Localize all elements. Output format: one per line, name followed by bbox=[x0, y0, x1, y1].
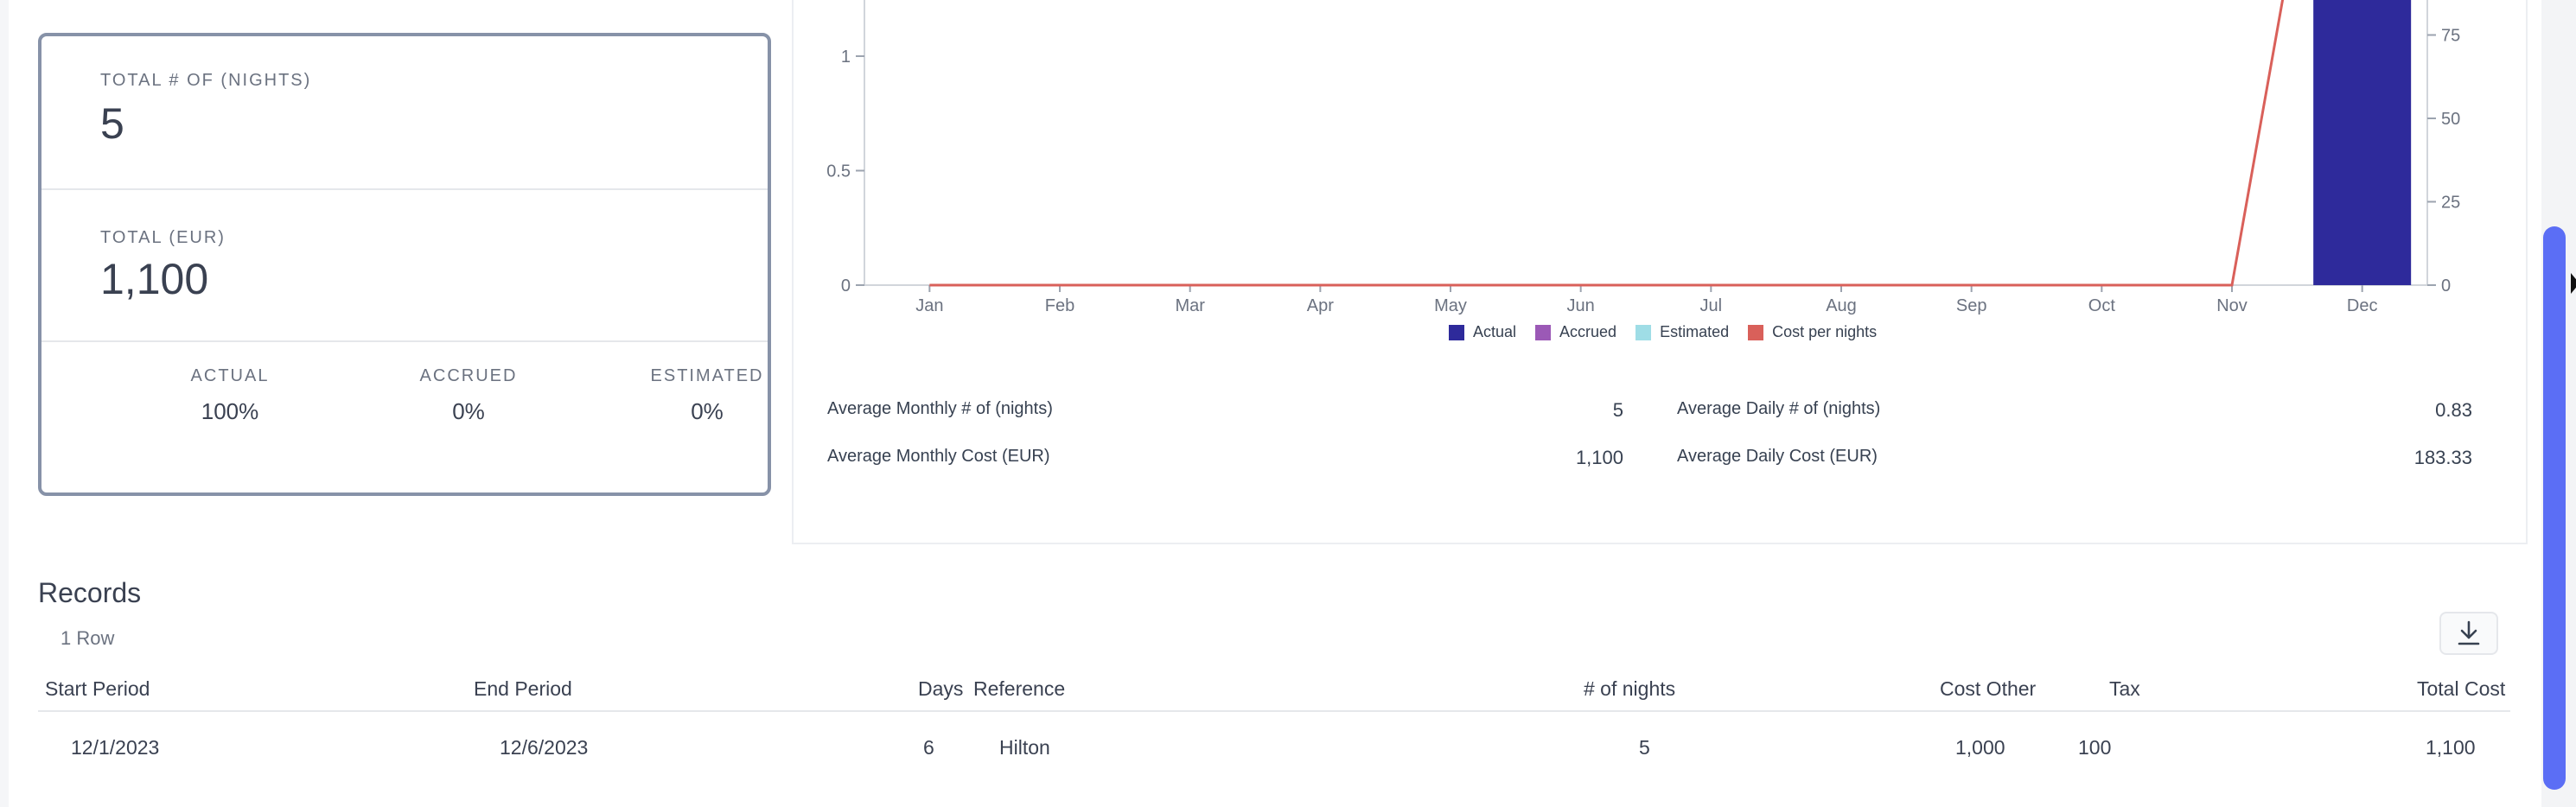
col-end-period[interactable]: End Period bbox=[474, 677, 572, 701]
nights-value: 5 bbox=[100, 99, 124, 148]
legend-accrued[interactable]: Accrued bbox=[1535, 323, 1616, 341]
cell-total-cost: 1,100 bbox=[2426, 736, 2476, 759]
total-section: TOTAL (EUR) 1,100 bbox=[41, 190, 768, 342]
avg-monthly-nights-value: 5 bbox=[1612, 399, 1623, 421]
col-reference[interactable]: Reference bbox=[973, 677, 1065, 701]
avg-monthly-nights-label: Average Monthly # of (nights) bbox=[827, 399, 1053, 418]
legend-actual-swatch bbox=[1449, 324, 1464, 340]
total-label: TOTAL (EUR) bbox=[100, 228, 226, 247]
right-tick-label: 25 bbox=[2441, 194, 2460, 213]
breakdown-section: ACTUAL 100% ACCRUED 0% ESTIMATED 0% bbox=[41, 342, 768, 492]
col-days[interactable]: Days bbox=[918, 677, 963, 701]
scrollbar-thumb[interactable] bbox=[2543, 226, 2566, 790]
cell-start: 12/1/2023 bbox=[71, 736, 160, 759]
chart-legend: Actual Accrued Estimated Cost per nights bbox=[1449, 323, 1877, 341]
legend-actual-label: Actual bbox=[1473, 323, 1517, 340]
accrued-value: 0% bbox=[452, 398, 485, 424]
col-start-period[interactable]: Start Period bbox=[45, 677, 150, 701]
estimated-label: ESTIMATED bbox=[650, 366, 764, 385]
cell-cost-other: 1,000 bbox=[1955, 736, 2005, 759]
right-tick-label: 0 bbox=[2441, 276, 2451, 295]
legend-cost-label: Cost per nights bbox=[1772, 323, 1878, 340]
actual-label: ACTUAL bbox=[190, 366, 270, 385]
records-title: Records bbox=[38, 577, 142, 608]
cell-nights: 5 bbox=[1639, 736, 1650, 759]
avg-daily-cost-label: Average Daily Cost (EUR) bbox=[1677, 447, 1878, 466]
main-content: TOTAL # OF (NIGHTS) 5 TOTAL (EUR) 1,100 … bbox=[0, 0, 2541, 807]
accrued-label: ACCRUED bbox=[419, 366, 518, 385]
right-tick-label: 75 bbox=[2441, 27, 2460, 46]
cell-days: 6 bbox=[923, 736, 934, 759]
right-tick-label: 50 bbox=[2441, 110, 2460, 129]
col-total-cost[interactable]: Total Cost bbox=[2417, 677, 2505, 701]
cell-reference: Hilton bbox=[999, 736, 1050, 759]
download-button[interactable] bbox=[2439, 612, 2498, 655]
x-tick-label: Mar bbox=[1175, 296, 1205, 315]
avg-daily-nights-label: Average Daily # of (nights) bbox=[1677, 399, 1881, 418]
left-tick-label: 1 bbox=[841, 48, 851, 67]
left-tick-label: 0.5 bbox=[826, 162, 851, 181]
x-tick-label: Jul bbox=[1700, 296, 1723, 315]
actual-value: 100% bbox=[201, 398, 259, 424]
nights-label: TOTAL # OF (NIGHTS) bbox=[100, 71, 312, 90]
summary-card: TOTAL # OF (NIGHTS) 5 TOTAL (EUR) 1,100 … bbox=[38, 33, 771, 496]
col-tax[interactable]: Tax bbox=[2109, 677, 2140, 701]
left-tick-label: 0 bbox=[841, 276, 851, 295]
legend-accrued-label: Accrued bbox=[1559, 323, 1617, 340]
x-tick-label: Jun bbox=[1567, 296, 1595, 315]
accrued-stat: ACCRUED 0% bbox=[373, 366, 564, 425]
x-tick-label: Jan bbox=[915, 296, 943, 315]
legend-estimated[interactable]: Estimated bbox=[1636, 323, 1729, 341]
x-tick-label: Sep bbox=[1956, 296, 1987, 315]
x-tick-label: Dec bbox=[2347, 296, 2378, 315]
cell-tax: 100 bbox=[2078, 736, 2112, 759]
actual-stat: ACTUAL 100% bbox=[135, 366, 325, 425]
legend-estimated-swatch bbox=[1636, 324, 1652, 340]
col-nights[interactable]: # of nights bbox=[1584, 677, 1675, 701]
nights-section: TOTAL # OF (NIGHTS) 5 bbox=[41, 36, 768, 190]
estimated-value: 0% bbox=[691, 398, 724, 424]
x-tick-label: Nov bbox=[2216, 296, 2248, 315]
x-tick-label: Feb bbox=[1045, 296, 1074, 315]
avg-monthly-cost-value: 1,100 bbox=[1575, 447, 1623, 468]
download-icon bbox=[2458, 620, 2480, 645]
avg-monthly-cost-label: Average Monthly Cost (EUR) bbox=[827, 447, 1050, 466]
avg-daily-nights-value: 0.83 bbox=[2435, 399, 2472, 421]
x-tick-label: Oct bbox=[2088, 296, 2116, 315]
records-count: 1 Row bbox=[61, 627, 115, 649]
legend-estimated-label: Estimated bbox=[1660, 323, 1730, 340]
legend-accrued-swatch bbox=[1535, 324, 1552, 340]
mouse-cursor bbox=[2571, 273, 2576, 294]
monthly-chart: 00.511.50255075JanFebMarAprMayJunJulAugS… bbox=[826, 0, 2460, 315]
x-tick-label: Aug bbox=[1826, 296, 1857, 315]
legend-cost-swatch bbox=[1748, 324, 1764, 340]
bar-actual bbox=[2313, 0, 2412, 285]
table-header-divider bbox=[38, 710, 2510, 712]
estimated-stat: ESTIMATED 0% bbox=[612, 366, 802, 425]
cell-end: 12/6/2023 bbox=[500, 736, 589, 759]
col-cost-other[interactable]: Cost Other bbox=[1940, 677, 2036, 701]
avg-daily-cost-value: 183.33 bbox=[2413, 447, 2472, 468]
cost-per-nights-line bbox=[929, 0, 2285, 287]
total-value: 1,100 bbox=[100, 255, 209, 303]
x-tick-label: May bbox=[1434, 296, 1467, 315]
legend-cost-per-nights[interactable]: Cost per nights bbox=[1748, 323, 1877, 341]
legend-actual[interactable]: Actual bbox=[1449, 323, 1516, 341]
left-gutter bbox=[0, 0, 9, 807]
x-tick-label: Apr bbox=[1307, 296, 1334, 315]
